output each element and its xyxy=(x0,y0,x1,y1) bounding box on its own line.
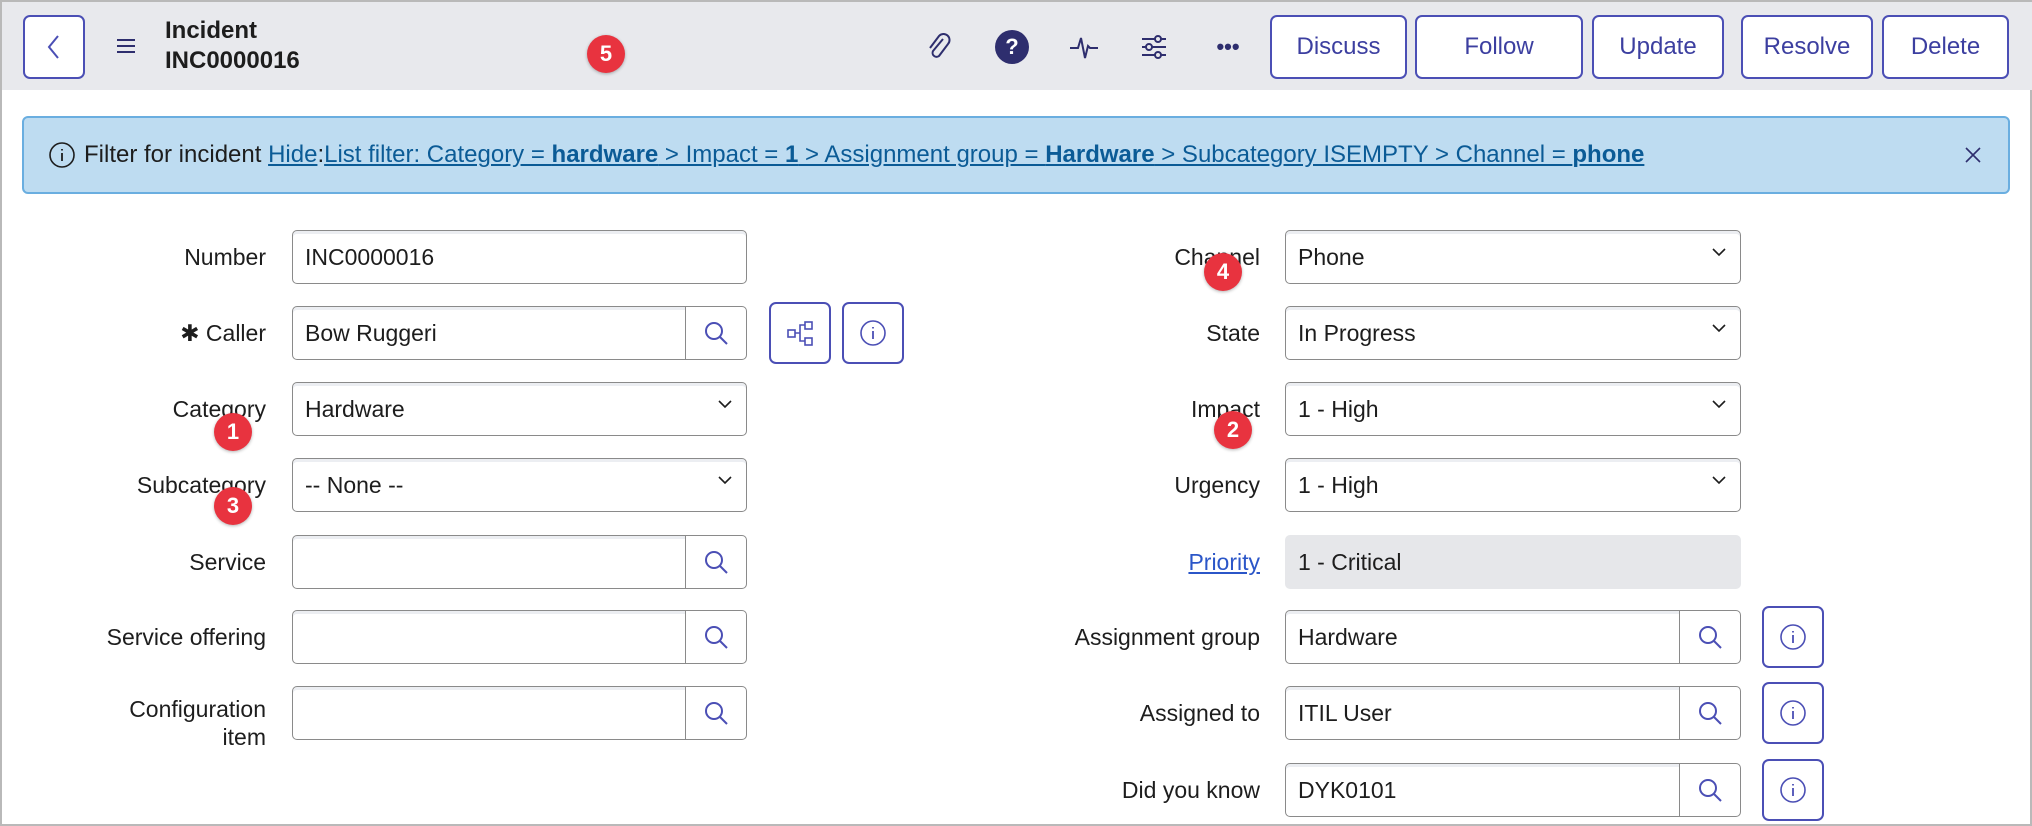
help-icon[interactable]: ? xyxy=(995,30,1029,64)
close-icon[interactable] xyxy=(1958,140,1988,170)
number-label: Number xyxy=(184,244,266,270)
annotation-badge: 3 xyxy=(214,487,252,525)
filter-value: phone xyxy=(1572,141,1645,168)
caller-lookup-button[interactable] xyxy=(685,306,747,360)
caller-label: ✱ Caller xyxy=(180,320,266,346)
priority-link[interactable]: Priority xyxy=(1188,548,1260,576)
info-icon xyxy=(1780,700,1806,726)
search-icon xyxy=(705,626,728,649)
annotation-badge: 1 xyxy=(214,413,252,451)
separator: : xyxy=(317,141,325,168)
service-offering-input[interactable] xyxy=(292,610,686,664)
did-you-know-lookup-button[interactable] xyxy=(1679,763,1741,817)
info-icon xyxy=(1780,777,1806,803)
caller-info-button[interactable] xyxy=(842,302,904,364)
assignment-group-input[interactable]: Hardware xyxy=(1285,610,1680,664)
back-button[interactable] xyxy=(23,15,85,79)
chevron-down-icon xyxy=(1712,248,1726,257)
priority-input: 1 - Critical xyxy=(1285,535,1741,589)
info-icon xyxy=(1780,624,1806,650)
urgency-label: Urgency xyxy=(1174,472,1260,498)
assigned-to-label: Assigned to xyxy=(1139,700,1260,726)
dependency-tree-icon xyxy=(787,321,813,346)
chevron-down-icon xyxy=(1712,324,1726,333)
channel-select[interactable]: Phone xyxy=(1285,230,1741,284)
search-icon xyxy=(1699,702,1722,725)
chevron-left-icon xyxy=(47,35,59,59)
number-input[interactable]: INC0000016 xyxy=(292,230,747,284)
chevron-down-icon xyxy=(718,400,732,409)
assignment-group-info-button[interactable] xyxy=(1762,606,1824,668)
state-select[interactable]: In Progress xyxy=(1285,306,1741,360)
subcategory-select[interactable]: -- None -- xyxy=(292,458,747,512)
activity-icon[interactable] xyxy=(1067,30,1101,64)
search-icon xyxy=(1699,779,1722,802)
did-you-know-info-button[interactable] xyxy=(1762,759,1824,821)
search-icon xyxy=(705,702,728,725)
search-icon xyxy=(705,322,728,345)
info-icon xyxy=(49,142,75,168)
category-select[interactable]: Hardware xyxy=(292,382,747,436)
impact-select[interactable]: 1 - High xyxy=(1285,382,1741,436)
assigned-to-info-button[interactable] xyxy=(1762,682,1824,744)
filter-value: hardware xyxy=(551,141,659,168)
filter-value: Hardware xyxy=(1045,141,1155,168)
paperclip-icon[interactable] xyxy=(922,30,956,64)
chevron-down-icon xyxy=(1712,476,1726,485)
search-icon xyxy=(1699,626,1722,649)
discuss-button[interactable]: Discuss xyxy=(1270,15,1407,79)
chevron-down-icon xyxy=(1712,400,1726,409)
list-filter-link[interactable]: List filter: Category = hardware > Impac… xyxy=(324,141,1644,169)
filter-prefix: Filter for incident xyxy=(84,141,262,168)
configuration-item-label: Configuration item xyxy=(129,696,266,750)
follow-button[interactable]: Follow xyxy=(1415,15,1583,79)
annotation-badge: 2 xyxy=(1214,411,1252,449)
did-you-know-input[interactable]: DYK0101 xyxy=(1285,763,1680,817)
form-header: Incident INC0000016 ? ••• Discuss Follow… xyxy=(2,2,2032,90)
hide-link[interactable]: Hide xyxy=(268,141,317,169)
service-offering-lookup-button[interactable] xyxy=(685,610,747,664)
caller-input[interactable]: Bow Ruggeri xyxy=(292,306,686,360)
assignment-group-lookup-button[interactable] xyxy=(1679,610,1741,664)
filter-value: 1 xyxy=(785,141,799,168)
more-icon[interactable]: ••• xyxy=(1211,30,1245,64)
service-input[interactable] xyxy=(292,535,686,589)
resolve-button[interactable]: Resolve xyxy=(1741,15,1873,79)
show-dependencies-button[interactable] xyxy=(769,302,831,364)
urgency-select[interactable]: 1 - High xyxy=(1285,458,1741,512)
assigned-to-lookup-button[interactable] xyxy=(1679,686,1741,740)
search-icon xyxy=(705,551,728,574)
service-offering-label: Service offering xyxy=(106,624,266,650)
state-label: State xyxy=(1206,320,1260,346)
service-label: Service xyxy=(189,549,266,575)
filter-text: > Assignment group = xyxy=(798,141,1046,168)
did-you-know-label: Did you know xyxy=(1121,777,1260,803)
filter-text: > Impact = xyxy=(658,141,785,168)
delete-button[interactable]: Delete xyxy=(1882,15,2009,79)
filter-text: > Subcategory ISEMPTY > Channel = xyxy=(1154,141,1573,168)
required-icon: ✱ xyxy=(180,320,200,346)
configuration-item-input[interactable] xyxy=(292,686,686,740)
service-lookup-button[interactable] xyxy=(685,535,747,589)
info-icon xyxy=(860,320,886,346)
settings-sliders-icon[interactable] xyxy=(1137,30,1171,64)
assignment-group-label: Assignment group xyxy=(1074,624,1260,650)
page-title: Incident INC0000016 xyxy=(165,17,300,74)
configuration-item-lookup-button[interactable] xyxy=(685,686,747,740)
chevron-down-icon xyxy=(718,476,732,485)
update-button[interactable]: Update xyxy=(1592,15,1724,79)
menu-icon[interactable] xyxy=(112,32,140,60)
annotation-badge: 4 xyxy=(1204,253,1242,291)
assigned-to-input[interactable]: ITIL User xyxy=(1285,686,1680,740)
filter-banner: Filter for incident Hide : List filter: … xyxy=(22,116,2010,194)
filter-text: List filter: Category = xyxy=(324,141,552,168)
annotation-badge: 5 xyxy=(587,35,625,73)
